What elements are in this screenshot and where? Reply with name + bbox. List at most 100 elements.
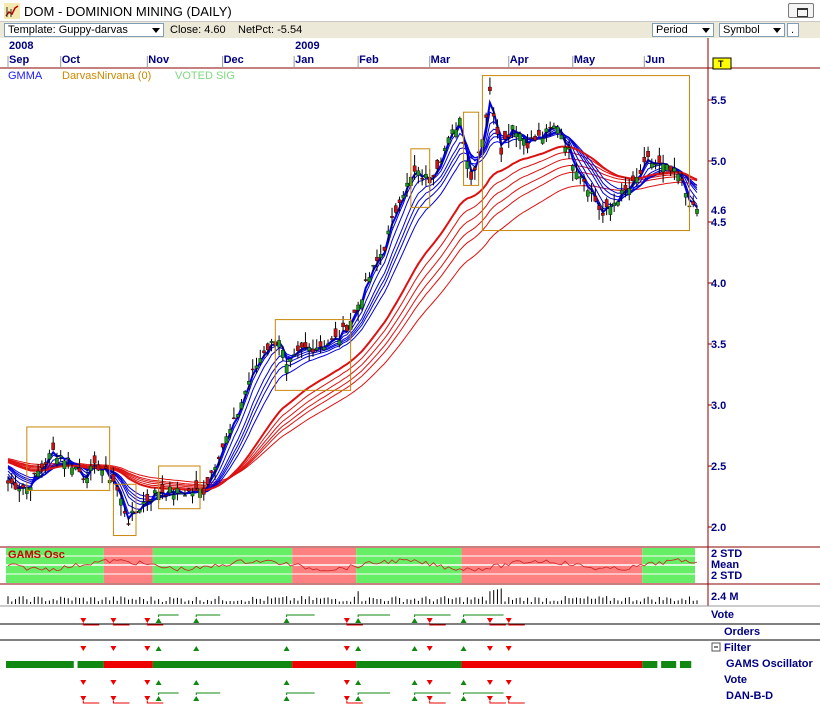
candle-body — [36, 470, 40, 477]
legend-item: VOTED SIG — [175, 70, 235, 82]
candle-body — [21, 484, 25, 488]
candle-body — [683, 193, 688, 198]
restore-window-button[interactable] — [788, 3, 814, 18]
filter-bar-green — [679, 661, 692, 668]
candle-body — [416, 170, 421, 176]
month-label-nov: Nov — [148, 54, 170, 66]
candle-body — [239, 402, 244, 409]
filter-bar-green — [661, 661, 677, 668]
candle-body — [58, 455, 63, 458]
candle-body — [119, 498, 123, 506]
candle-body — [661, 163, 665, 173]
candle-body — [646, 151, 650, 157]
candle-body — [488, 86, 492, 91]
signal-row-label: Vote — [711, 609, 734, 621]
candle-body — [228, 429, 232, 434]
candle-body — [446, 137, 451, 144]
candle-body — [284, 364, 289, 374]
candle-body — [405, 182, 409, 187]
candle-body — [650, 163, 654, 168]
candle-body — [254, 365, 259, 369]
candle-body — [243, 391, 247, 395]
candle-body — [307, 347, 312, 352]
chevron-down-icon — [702, 28, 710, 33]
candle-body — [665, 164, 669, 171]
candle-body — [439, 161, 443, 163]
candle-body — [510, 125, 515, 130]
symbol-dropdown[interactable]: Symbol — [719, 23, 785, 37]
candle-body — [149, 500, 153, 502]
candle-body — [265, 343, 270, 351]
price-tick-label: 2.0 — [711, 522, 726, 534]
candle-body — [247, 381, 251, 385]
osc-axis-label: 2 STD — [711, 570, 742, 582]
candle-body — [73, 466, 78, 470]
year-label-2008: 2008 — [9, 40, 33, 52]
candle-body — [153, 490, 157, 494]
candle-body — [506, 134, 511, 138]
price-tick-label: 3.0 — [711, 400, 726, 412]
candle-body — [250, 368, 255, 371]
candle-body — [627, 188, 632, 195]
month-label-jun: Jun — [645, 54, 665, 66]
candle-body — [593, 196, 598, 202]
candle-body — [145, 493, 150, 502]
legend-item: DarvasNirvana (0) — [62, 70, 151, 82]
candle-body — [634, 177, 639, 183]
filter-bar-green — [77, 661, 104, 668]
chart-area[interactable]: Sep Oct Nov Dec Jan Feb Mar Apr May Jun 2008 2009 GM… — [0, 38, 820, 718]
candle-body — [668, 165, 673, 172]
candle-body — [235, 414, 240, 418]
filter-bar-red — [103, 661, 153, 668]
candle-body — [582, 178, 586, 182]
candle-body — [574, 171, 579, 180]
candle-body — [299, 342, 304, 348]
candle-body — [570, 165, 575, 171]
candle-body — [458, 118, 462, 126]
candle-body — [126, 523, 131, 525]
candle-body — [503, 130, 507, 140]
chevron-down-icon — [773, 28, 781, 33]
candle-body — [92, 455, 97, 464]
candle-body — [375, 256, 379, 261]
candle-body — [473, 167, 477, 171]
price-tick-label: 5.0 — [711, 156, 726, 168]
candle-body — [213, 467, 217, 470]
period-dropdown[interactable]: Period — [652, 23, 714, 37]
candle-body — [450, 129, 455, 134]
candle-body — [352, 309, 357, 313]
candle-body — [77, 467, 82, 473]
candle-body — [469, 171, 473, 180]
candle-body — [194, 480, 199, 489]
candle-body — [657, 155, 662, 164]
candle-body — [17, 488, 22, 492]
candle-body — [484, 114, 488, 118]
template-dropdown[interactable]: Template: Guppy-darvas — [4, 23, 164, 37]
candle-body — [499, 147, 504, 155]
net-pct-label: NetPct: -5.54 — [238, 24, 303, 36]
candle-body — [544, 128, 549, 133]
candle-body — [525, 142, 530, 149]
candle-body — [40, 463, 44, 469]
candle-body — [514, 133, 519, 138]
title-bar: DOM - DOMINION MINING (DAILY) — [0, 0, 820, 22]
candle-body — [393, 205, 398, 213]
symbol-label: Symbol — [723, 24, 760, 36]
filter-bar-green — [356, 661, 462, 668]
month-label-oct: Oct — [62, 54, 81, 66]
options-button[interactable]: . — [787, 23, 799, 37]
month-label-apr: Apr — [510, 54, 530, 66]
chevron-down-icon — [152, 28, 160, 33]
close-price-label: Close: 4.60 — [170, 24, 226, 36]
candle-body — [314, 347, 319, 351]
candle-body — [32, 472, 37, 475]
candle-body — [397, 199, 402, 204]
candle-body — [70, 467, 74, 475]
month-label-dec: Dec — [224, 54, 244, 66]
candle-body — [424, 173, 428, 178]
period-label: Period — [656, 24, 688, 36]
candle-body — [695, 208, 699, 214]
year-label-2009: 2009 — [295, 40, 319, 52]
price-tick-label: 3.5 — [711, 339, 726, 351]
candle-body — [537, 129, 541, 136]
